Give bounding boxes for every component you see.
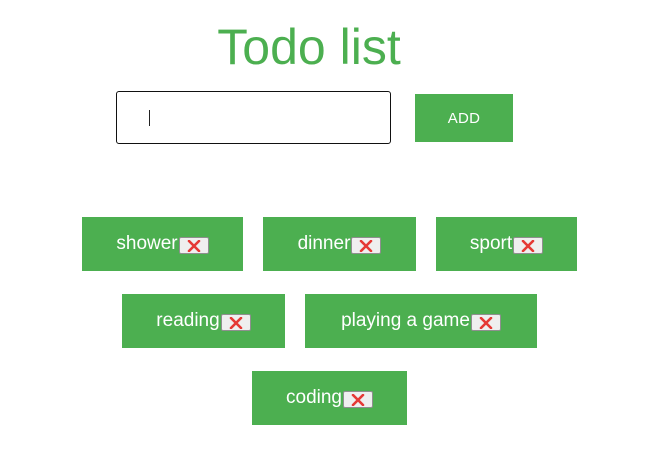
todo-item-sport[interactable]: sport bbox=[436, 217, 577, 271]
text-caret bbox=[149, 110, 150, 126]
delete-button[interactable] bbox=[513, 237, 544, 254]
todo-item-label: reading bbox=[156, 310, 220, 331]
close-x-icon bbox=[187, 239, 200, 252]
todo-item-label: coding bbox=[286, 387, 342, 408]
todo-item-shower[interactable]: shower bbox=[82, 217, 243, 271]
todo-input[interactable] bbox=[116, 91, 391, 144]
close-x-icon bbox=[521, 239, 535, 252]
todo-item-label: sport bbox=[469, 233, 513, 254]
delete-button[interactable] bbox=[220, 314, 251, 331]
todo-item-reading[interactable]: reading bbox=[122, 294, 285, 348]
todo-item-label: playing a game bbox=[341, 310, 470, 331]
add-button[interactable]: ADD bbox=[415, 94, 513, 142]
delete-button[interactable] bbox=[470, 314, 501, 331]
delete-button[interactable] bbox=[178, 237, 209, 254]
close-x-icon bbox=[229, 316, 242, 329]
todo-item-coding[interactable]: coding bbox=[252, 371, 407, 425]
todo-item-label: dinner bbox=[297, 233, 351, 254]
delete-button[interactable] bbox=[351, 237, 382, 254]
page-title: Todo list bbox=[217, 19, 401, 75]
todo-item-playing-a-game[interactable]: playing a game bbox=[305, 294, 537, 348]
delete-button[interactable] bbox=[343, 391, 373, 408]
close-x-icon bbox=[351, 393, 365, 406]
close-x-icon bbox=[479, 316, 493, 329]
todo-item-label: shower bbox=[116, 233, 178, 254]
close-x-icon bbox=[360, 239, 373, 252]
todo-item-dinner[interactable]: dinner bbox=[263, 217, 416, 271]
